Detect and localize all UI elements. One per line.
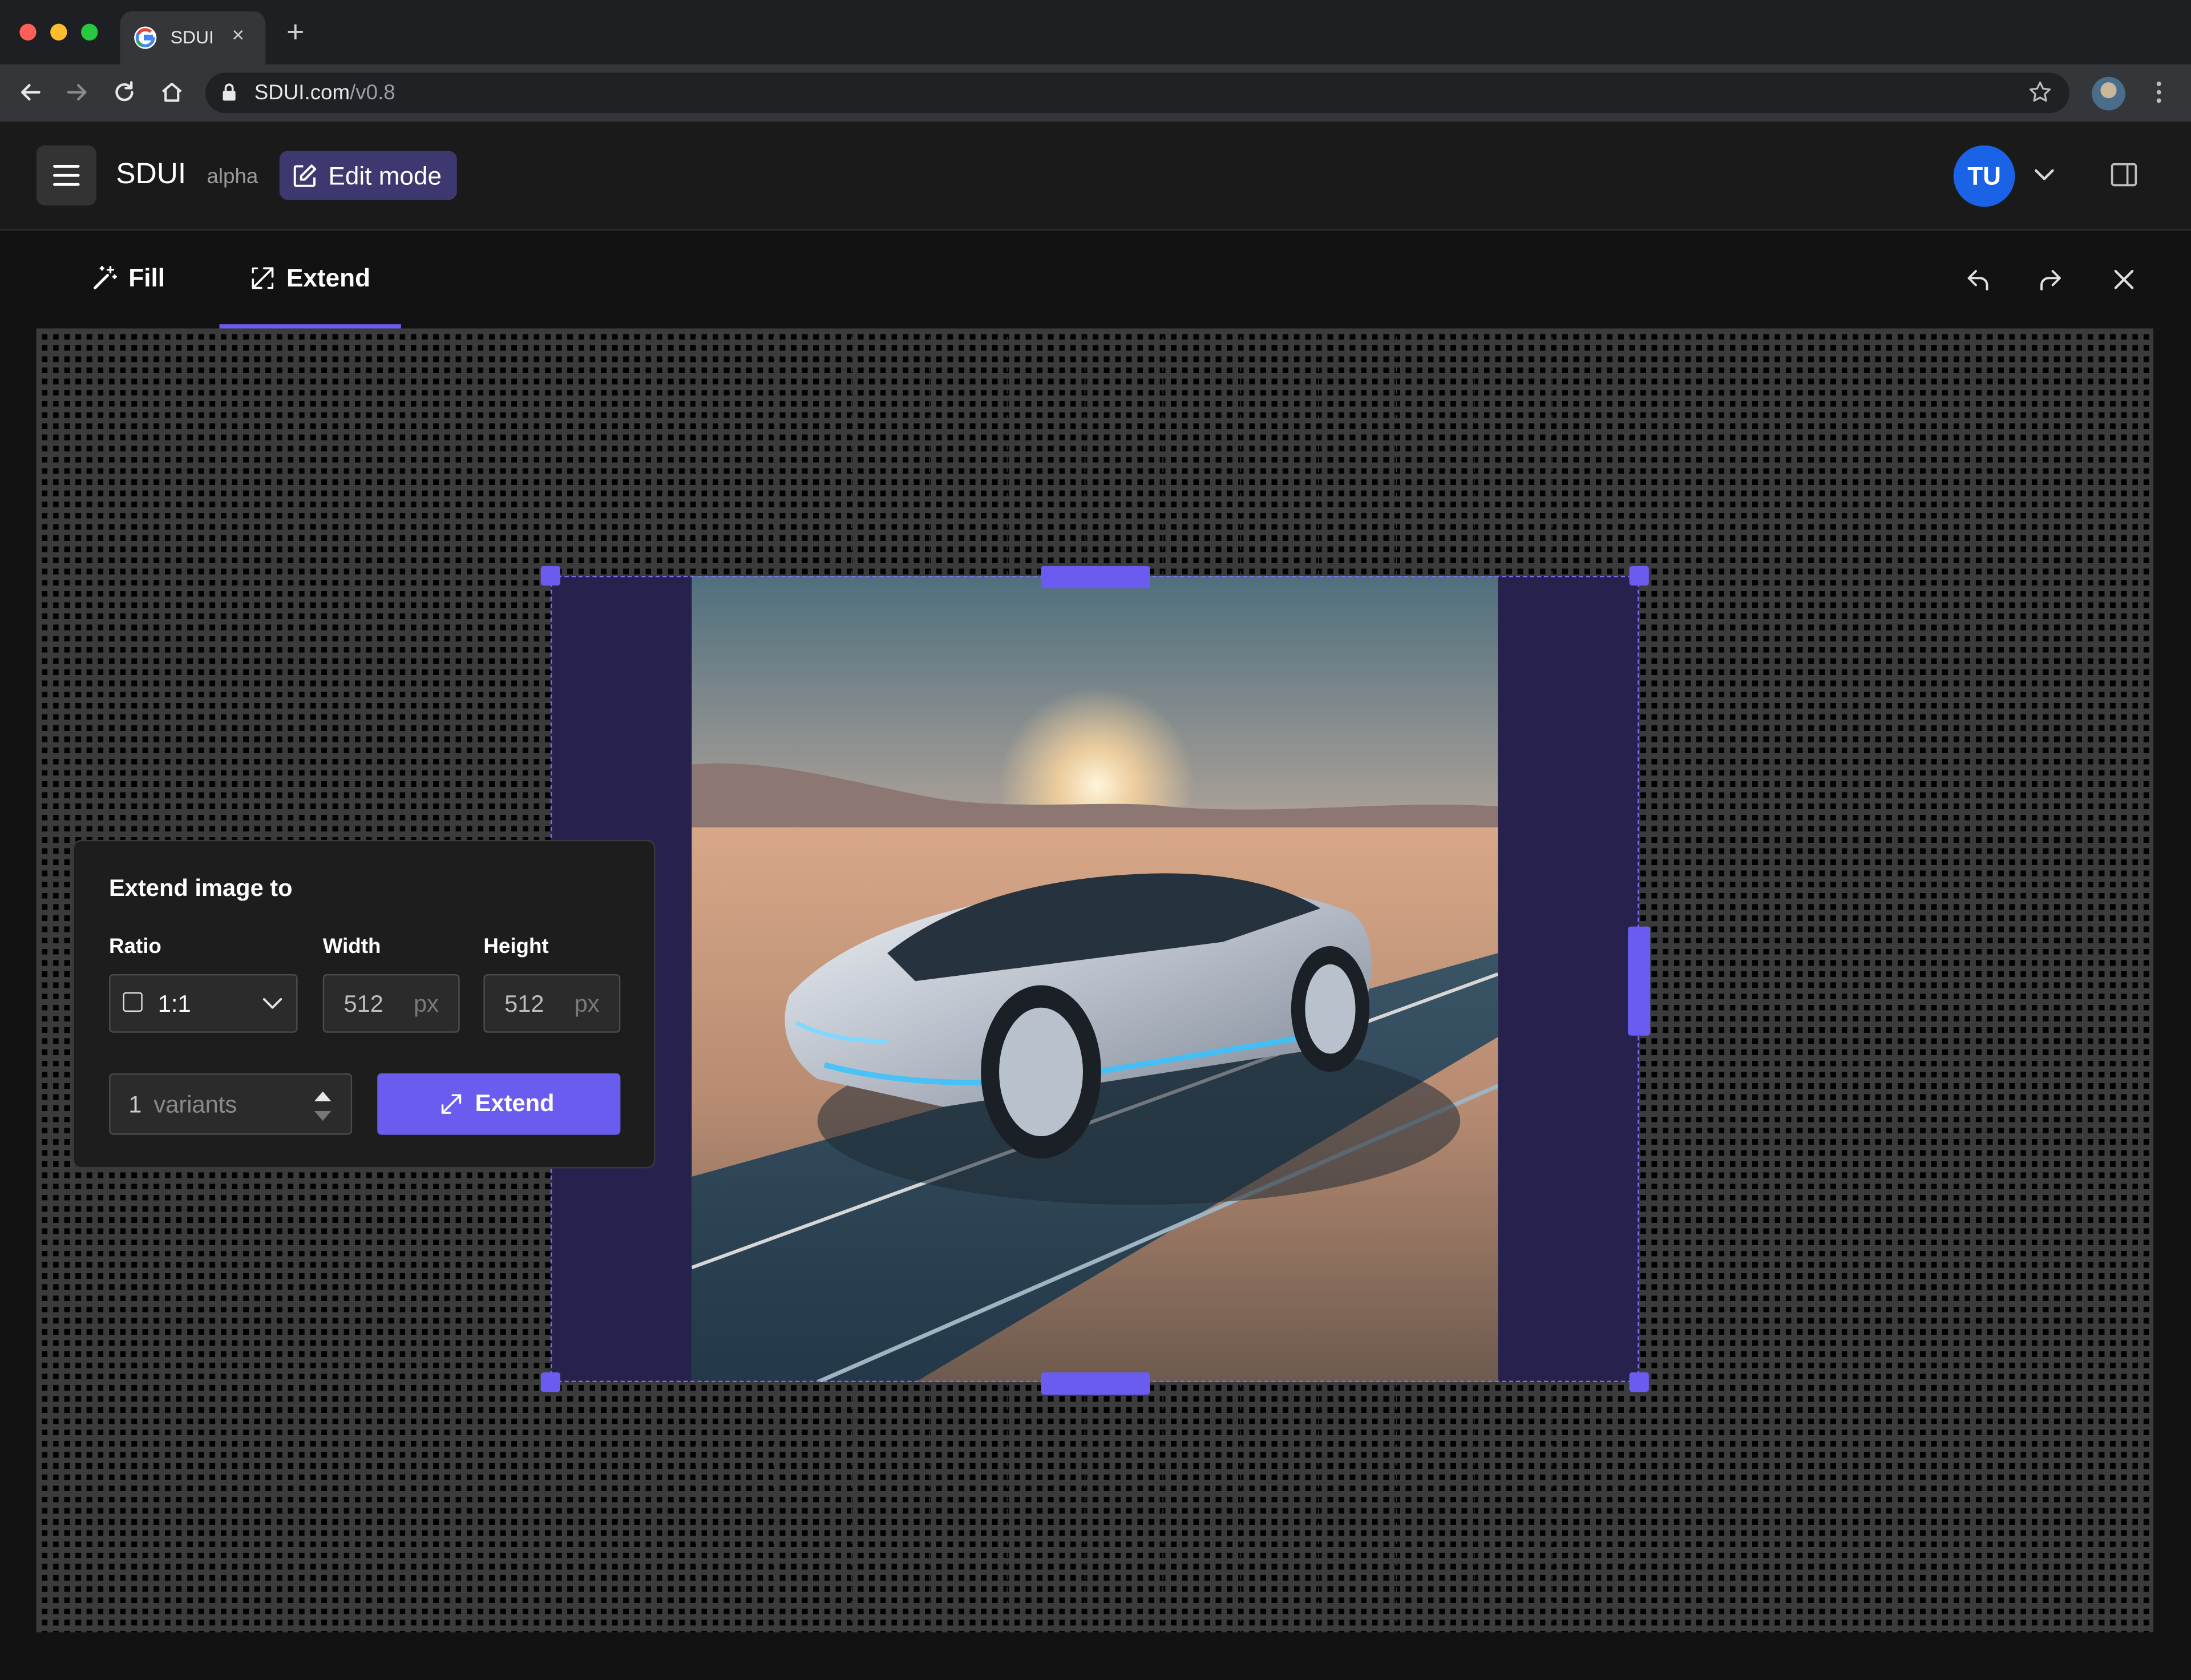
browser-tab[interactable]: SDUI × <box>120 11 266 64</box>
home-icon[interactable] <box>158 78 186 106</box>
resize-handle-top-left[interactable] <box>540 566 561 586</box>
extend-panel: Extend image to Ratio Width Height 1:1 5… <box>72 839 656 1169</box>
tool-row: Fill Extend <box>0 231 2191 329</box>
ratio-label: Ratio <box>109 935 161 959</box>
tab-fill-label: Fill <box>128 264 165 292</box>
reload-icon[interactable] <box>110 78 138 106</box>
menu-button[interactable] <box>36 145 96 206</box>
expand-diagonal-icon <box>252 267 274 289</box>
resize-handle-bottom[interactable] <box>1041 1372 1150 1395</box>
width-input[interactable]: 512 px <box>322 974 460 1033</box>
tab-fill[interactable]: Fill <box>91 261 175 298</box>
width-label: Width <box>322 935 381 959</box>
address-bar[interactable]: SDUI.com/v0.8 <box>205 72 2069 114</box>
close-window-button[interactable] <box>19 23 37 41</box>
variants-stepper[interactable]: 1 variants <box>109 1073 353 1135</box>
extend-frame-border <box>550 575 1639 1383</box>
variants-count: 1 <box>128 1091 142 1118</box>
browser-toolbar: SDUI.com/v0.8 <box>0 64 2191 122</box>
expand-diagonal-icon <box>441 1094 462 1114</box>
edit-mode-label: Edit mode <box>328 162 442 191</box>
resize-handle-bottom-right[interactable] <box>1629 1372 1649 1392</box>
back-arrow-icon[interactable] <box>17 78 45 106</box>
bookmark-star-icon[interactable] <box>2027 80 2052 105</box>
tab-extend[interactable]: Extend <box>249 261 389 298</box>
active-tab-indicator <box>219 324 401 329</box>
variants-label: variants <box>153 1091 237 1118</box>
minimize-window-button[interactable] <box>50 23 67 41</box>
new-tab-icon[interactable]: + <box>286 16 304 47</box>
browser-menu-icon[interactable] <box>2150 77 2167 108</box>
google-favicon-icon <box>134 26 157 49</box>
close-icon[interactable] <box>2109 264 2140 295</box>
alpha-badge: alpha <box>207 164 258 189</box>
edit-mode-button[interactable]: Edit mode <box>279 151 457 200</box>
edit-icon <box>293 164 317 187</box>
hamburger-icon <box>53 164 80 186</box>
app-header: SDUI alpha Edit mode TU <box>0 122 2191 231</box>
url-path: /v0.8 <box>350 81 395 105</box>
tab-title: SDUI <box>170 26 214 48</box>
extend-button-label: Extend <box>475 1090 555 1117</box>
user-avatar[interactable]: TU <box>1953 145 2015 207</box>
url-host: SDUI.com <box>254 81 350 105</box>
lock-icon <box>223 83 236 101</box>
height-input[interactable]: 512 px <box>483 974 621 1033</box>
height-value: 512 <box>504 991 544 1017</box>
undo-icon[interactable] <box>1963 264 1994 295</box>
maximize-window-button[interactable] <box>81 23 98 41</box>
stepper-arrows-icon[interactable] <box>313 1087 333 1124</box>
tab-extend-label: Extend <box>286 264 371 292</box>
magic-wand-icon <box>94 266 117 289</box>
extend-button[interactable]: Extend <box>377 1073 621 1135</box>
ratio-select[interactable]: 1:1 <box>109 974 298 1033</box>
ratio-value: 1:1 <box>157 991 191 1017</box>
browser-titlebar: SDUI × + <box>0 0 2191 64</box>
redo-icon[interactable] <box>2035 264 2065 295</box>
resize-handle-bottom-left[interactable] <box>540 1372 561 1392</box>
height-label: Height <box>483 935 549 959</box>
chevron-down-icon[interactable] <box>2033 166 2055 183</box>
chevron-down-icon <box>262 998 282 1009</box>
width-value: 512 <box>343 991 383 1017</box>
panel-title: Extend image to <box>109 875 293 902</box>
square-ratio-icon <box>123 992 143 1012</box>
app-brand: SDUI <box>116 158 187 191</box>
url-text: SDUI.com/v0.8 <box>254 81 395 105</box>
close-tab-icon[interactable]: × <box>232 24 244 48</box>
profile-avatar-icon[interactable] <box>2092 76 2125 111</box>
resize-handle-right[interactable] <box>1628 926 1651 1036</box>
forward-arrow-icon[interactable] <box>63 78 91 106</box>
sidebar-toggle-icon[interactable] <box>2110 162 2138 187</box>
width-unit: px <box>413 991 439 1017</box>
resize-handle-top[interactable] <box>1041 566 1150 589</box>
height-unit: px <box>574 991 600 1017</box>
resize-handle-top-right[interactable] <box>1629 566 1649 586</box>
